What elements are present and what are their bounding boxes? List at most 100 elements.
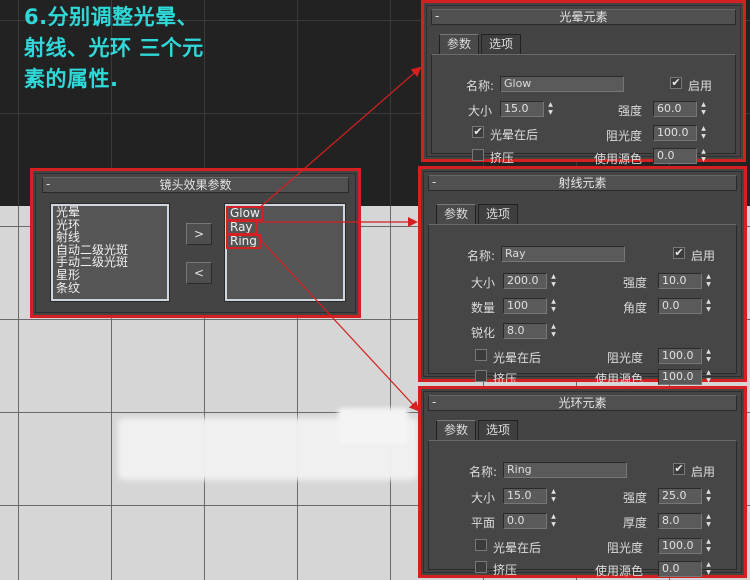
spin-down-icon[interactable]: ▼ xyxy=(699,133,708,141)
size-value[interactable]: 15.0 xyxy=(503,488,547,504)
spin-up-icon[interactable]: ▲ xyxy=(549,513,558,521)
spin-down-icon[interactable]: ▼ xyxy=(704,496,713,504)
occlusion-spinner[interactable]: 100.0 ▲ ▼ xyxy=(658,348,713,364)
size-spinner[interactable]: 15.0 ▲ ▼ xyxy=(500,101,555,117)
ray-rollout-header[interactable]: - 射线元素 xyxy=(428,175,737,191)
spin-down-icon[interactable]: ▼ xyxy=(549,281,558,289)
spin-up-icon[interactable]: ▲ xyxy=(704,561,713,569)
occlusion-value[interactable]: 100.0 xyxy=(653,125,697,141)
intensity-value[interactable]: 60.0 xyxy=(653,101,697,117)
tab-options[interactable]: 选项 xyxy=(478,420,519,440)
use-source-color-spinner[interactable]: 0.0 ▲ ▼ xyxy=(653,148,708,164)
spin-down-icon[interactable]: ▼ xyxy=(704,569,713,577)
spin-up-icon[interactable]: ▲ xyxy=(699,148,708,156)
spin-down-icon[interactable]: ▼ xyxy=(704,377,713,385)
add-effect-button[interactable]: > xyxy=(186,223,212,245)
size-spinner[interactable]: 15.0 ▲ ▼ xyxy=(503,488,558,504)
use-source-color-spinner[interactable]: 100.0 ▲ ▼ xyxy=(658,369,713,385)
spin-down-icon[interactable]: ▼ xyxy=(704,546,713,554)
glow-rollout-header[interactable]: - 光晕元素 xyxy=(431,9,736,25)
lens-effects-rollout-header[interactable]: - 镜头效果参数 xyxy=(42,177,349,193)
intensity-spinner[interactable]: 10.0 ▲ ▼ xyxy=(658,273,713,289)
angle-value[interactable]: 0.0 xyxy=(658,298,702,314)
spin-up-icon[interactable]: ▲ xyxy=(546,101,555,109)
collapse-icon[interactable]: - xyxy=(435,9,439,23)
glow-behind-checkbox[interactable]: ✔ xyxy=(472,126,484,138)
spin-up-icon[interactable]: ▲ xyxy=(704,538,713,546)
spin-down-icon[interactable]: ▼ xyxy=(546,109,555,117)
tab-options[interactable]: 选项 xyxy=(478,204,519,224)
intensity-value[interactable]: 10.0 xyxy=(658,273,702,289)
use-source-color-value[interactable]: 0.0 xyxy=(653,148,697,164)
thickness-spinner[interactable]: 8.0 ▲ ▼ xyxy=(658,513,713,529)
enable-checkbox[interactable]: ✔ xyxy=(673,463,685,475)
tab-parameters[interactable]: 参数 xyxy=(436,204,477,224)
spin-down-icon[interactable]: ▼ xyxy=(704,356,713,364)
plane-value[interactable]: 0.0 xyxy=(503,513,547,529)
spin-down-icon[interactable]: ▼ xyxy=(704,306,713,314)
tab-parameters[interactable]: 参数 xyxy=(436,420,477,440)
squeeze-checkbox[interactable] xyxy=(475,561,487,573)
applied-item-ring[interactable]: Ring xyxy=(226,234,261,249)
applied-item-glow[interactable]: Glow xyxy=(226,206,264,221)
size-value[interactable]: 15.0 xyxy=(500,101,544,117)
list-item[interactable]: 条纹 xyxy=(53,281,167,295)
spin-up-icon[interactable]: ▲ xyxy=(704,348,713,356)
spin-up-icon[interactable]: ▲ xyxy=(699,125,708,133)
intensity-spinner[interactable]: 25.0 ▲ ▼ xyxy=(658,488,713,504)
list-item[interactable]: 射线 xyxy=(53,231,167,244)
available-effects-list[interactable]: 光晕 光环 射线 自动二级光斑 手动二级光斑 星形 条纹 xyxy=(50,203,170,302)
spin-down-icon[interactable]: ▼ xyxy=(549,306,558,314)
tab-options[interactable]: 选项 xyxy=(481,34,522,54)
spin-down-icon[interactable]: ▼ xyxy=(549,521,558,529)
applied-effects-list[interactable]: Glow Ray Ring xyxy=(224,203,346,302)
remove-effect-button[interactable]: < xyxy=(186,262,212,284)
spin-up-icon[interactable]: ▲ xyxy=(704,273,713,281)
spin-up-icon[interactable]: ▲ xyxy=(704,298,713,306)
intensity-value[interactable]: 25.0 xyxy=(658,488,702,504)
occlusion-value[interactable]: 100.0 xyxy=(658,538,702,554)
spin-down-icon[interactable]: ▼ xyxy=(549,331,558,339)
collapse-icon[interactable]: - xyxy=(432,175,436,189)
spin-up-icon[interactable]: ▲ xyxy=(704,513,713,521)
list-item[interactable]: 光晕 xyxy=(53,206,167,219)
spin-down-icon[interactable]: ▼ xyxy=(704,521,713,529)
angle-spinner[interactable]: 0.0 ▲ ▼ xyxy=(658,298,713,314)
squeeze-checkbox[interactable] xyxy=(472,149,484,161)
num-spinner[interactable]: 100 ▲ ▼ xyxy=(503,298,558,314)
use-source-color-spinner[interactable]: 0.0 ▲ ▼ xyxy=(658,561,713,577)
spin-down-icon[interactable]: ▼ xyxy=(699,109,708,117)
spin-up-icon[interactable]: ▲ xyxy=(549,273,558,281)
glow-behind-checkbox[interactable] xyxy=(475,539,487,551)
spin-down-icon[interactable]: ▼ xyxy=(704,281,713,289)
occlusion-spinner[interactable]: 100.0 ▲ ▼ xyxy=(653,125,708,141)
thickness-value[interactable]: 8.0 xyxy=(658,513,702,529)
spin-up-icon[interactable]: ▲ xyxy=(549,488,558,496)
ring-rollout-header[interactable]: - 光环元素 xyxy=(428,395,737,411)
spin-up-icon[interactable]: ▲ xyxy=(699,101,708,109)
collapse-icon[interactable]: - xyxy=(432,395,436,409)
enable-checkbox[interactable]: ✔ xyxy=(670,77,682,89)
enable-checkbox[interactable]: ✔ xyxy=(673,247,685,259)
occlusion-spinner[interactable]: 100.0 ▲ ▼ xyxy=(658,538,713,554)
use-source-color-value[interactable]: 100.0 xyxy=(658,369,702,385)
sharp-value[interactable]: 8.0 xyxy=(503,323,547,339)
name-input[interactable]: Glow xyxy=(500,76,624,92)
applied-item-ray[interactable]: Ray xyxy=(226,220,257,235)
occlusion-value[interactable]: 100.0 xyxy=(658,348,702,364)
spin-up-icon[interactable]: ▲ xyxy=(549,298,558,306)
glow-behind-checkbox[interactable] xyxy=(475,349,487,361)
list-item[interactable]: 星形 xyxy=(53,269,167,282)
tab-parameters[interactable]: 参数 xyxy=(439,34,480,54)
intensity-spinner[interactable]: 60.0 ▲ ▼ xyxy=(653,101,708,117)
name-input[interactable]: Ring xyxy=(503,462,627,478)
spin-down-icon[interactable]: ▼ xyxy=(699,156,708,164)
sharp-spinner[interactable]: 8.0 ▲ ▼ xyxy=(503,323,558,339)
spin-up-icon[interactable]: ▲ xyxy=(704,369,713,377)
use-source-color-value[interactable]: 0.0 xyxy=(658,561,702,577)
spin-up-icon[interactable]: ▲ xyxy=(549,323,558,331)
collapse-icon[interactable]: - xyxy=(46,177,50,191)
squeeze-checkbox[interactable] xyxy=(475,370,487,382)
size-value[interactable]: 200.0 xyxy=(503,273,547,289)
num-value[interactable]: 100 xyxy=(503,298,547,314)
